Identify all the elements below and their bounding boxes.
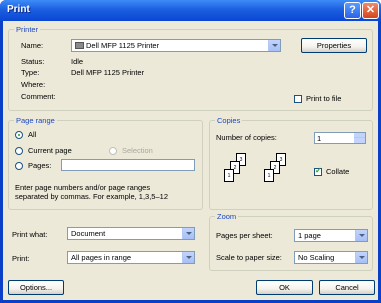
selection-radio[interactable]: [109, 147, 117, 155]
print-to-file-label: Print to file: [306, 94, 342, 103]
all-radio-label: All: [28, 130, 37, 139]
print-to-file-checkbox[interactable]: [294, 95, 302, 103]
print-select[interactable]: All pages in range: [67, 251, 195, 264]
scale-to-paper-size-select[interactable]: No Scaling: [294, 251, 368, 264]
where-label: Where:: [21, 80, 46, 89]
pages-radio[interactable]: [15, 162, 23, 170]
chevron-down-icon: [182, 252, 194, 263]
close-button[interactable]: ✕: [362, 2, 379, 19]
chevron-down-icon: [355, 230, 367, 241]
print-value: All pages in range: [71, 253, 132, 262]
page-range-help-line1: Enter page numbers and/or page ranges: [15, 183, 151, 192]
printer-name-value: Dell MFP 1125 Printer: [86, 41, 160, 50]
zoom-group: Zoom Pages per sheet: 1 page Scale to pa…: [209, 212, 373, 271]
comment-label: Comment:: [21, 92, 56, 101]
print-what-select[interactable]: Document: [67, 227, 195, 240]
status-value: Idle: [71, 57, 84, 66]
scale-to-paper-size-label: Scale to paper size:: [216, 253, 282, 262]
collate-label: Collate: [326, 167, 350, 176]
pages-per-sheet-value: 1 page: [298, 231, 321, 240]
copies-group-title: Copies: [215, 116, 243, 125]
printer-icon: [75, 42, 84, 49]
printer-group-title: Printer: [14, 25, 41, 34]
chevron-down-icon: [268, 40, 280, 51]
collate-illustration-left: 3 2 1: [224, 153, 264, 193]
chevron-down-icon: [182, 228, 194, 239]
page-range-group: Page range All Current page Selection Pa…: [8, 116, 203, 210]
printer-group: Printer Name: Dell MFP 1125 Printer Prop…: [8, 25, 373, 111]
printer-name-label: Name:: [21, 41, 44, 50]
collate-checkbox[interactable]: [314, 166, 322, 176]
type-label: Type:: [21, 68, 40, 77]
pages-input[interactable]: [61, 159, 195, 171]
pages-radio-label: Pages:: [28, 161, 52, 170]
copies-value: 1: [317, 134, 322, 143]
pages-per-sheet-select[interactable]: 1 page: [294, 229, 368, 242]
pages-per-sheet-label: Pages per sheet:: [216, 231, 273, 240]
current-page-radio[interactable]: [15, 147, 23, 155]
selection-radio-label: Selection: [122, 146, 153, 155]
collate-illustration-right: 3 2 1: [264, 153, 304, 193]
page-icon: 1: [224, 169, 234, 182]
window-title: Print: [7, 4, 30, 15]
dialog-body: Printer Name: Dell MFP 1125 Printer Prop…: [3, 21, 378, 300]
copies-spinner[interactable]: 1: [314, 132, 366, 144]
help-button[interactable]: ?: [344, 2, 361, 19]
type-value: Dell MFP 1125 Printer: [71, 68, 145, 77]
number-of-copies-label: Number of copies:: [216, 133, 277, 142]
chevron-down-icon: [355, 252, 367, 263]
current-page-radio-label: Current page: [28, 146, 72, 155]
zoom-group-title: Zoom: [215, 212, 239, 221]
options-button[interactable]: Options...: [8, 280, 64, 295]
print-what-value: Document: [71, 229, 106, 238]
page-range-help-line2: separated by commas. For example, 1,3,5–…: [15, 192, 168, 201]
cancel-button[interactable]: Cancel: [319, 280, 375, 295]
scale-to-paper-size-value: No Scaling: [298, 253, 335, 262]
all-radio[interactable]: [15, 131, 23, 139]
page-range-group-title: Page range: [14, 116, 57, 125]
ok-button[interactable]: OK: [256, 280, 313, 295]
copies-group: Copies Number of copies: 1 3 2 1 3 2 1 C…: [209, 116, 373, 210]
page-icon: 1: [264, 169, 274, 182]
status-label: Status:: [21, 57, 45, 66]
spin-down-icon[interactable]: [354, 138, 365, 143]
print-what-label: Print what:: [12, 230, 48, 239]
title-bar[interactable]: Print ? ✕: [0, 0, 381, 21]
print-dialog: Print ? ✕ Printer Name: Dell MFP 1125 Pr…: [0, 0, 381, 303]
print-label: Print:: [12, 254, 30, 263]
properties-button[interactable]: Properties: [301, 38, 367, 53]
printer-name-select[interactable]: Dell MFP 1125 Printer: [71, 39, 281, 52]
